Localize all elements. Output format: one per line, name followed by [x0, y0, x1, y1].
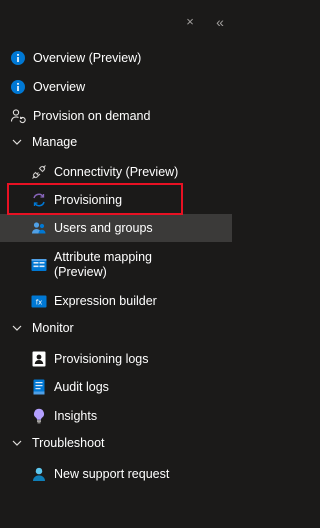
nav-item-label: New support request: [54, 467, 170, 481]
nav-item-label: Users and groups: [54, 221, 153, 235]
panel-header: × «: [0, 0, 240, 44]
nav-item-label: Provisioning logs: [54, 352, 149, 366]
nav-item-provisioning[interactable]: Provisioning: [0, 186, 232, 214]
provisioning-icon: [31, 192, 47, 208]
nav-item-provision-on-demand[interactable]: Provision on demand: [0, 102, 232, 130]
section-monitor[interactable]: Monitor: [0, 315, 232, 341]
provisioning-logs-icon: [31, 351, 47, 367]
svg-text:fx: fx: [36, 298, 43, 306]
expression-builder-icon: fx: [31, 293, 47, 309]
chevron-down-icon: [11, 322, 23, 334]
plug-icon: [31, 164, 47, 180]
nav-item-label: Expression builder: [54, 294, 157, 308]
info-icon: [10, 79, 26, 95]
nav-item-audit-logs[interactable]: Audit logs: [0, 373, 232, 401]
section-label: Troubleshoot: [32, 436, 105, 450]
nav-item-label: Attribute mapping (Preview): [54, 250, 152, 279]
nav-item-users-and-groups[interactable]: Users and groups: [0, 214, 232, 242]
nav-item-overview-preview[interactable]: Overview (Preview): [0, 44, 232, 72]
chevron-down-icon: [11, 136, 23, 148]
nav-item-provisioning-logs[interactable]: Provisioning logs: [0, 345, 232, 373]
chevron-down-icon: [11, 437, 23, 449]
section-troubleshoot[interactable]: Troubleshoot: [0, 430, 232, 456]
nav-item-label: Connectivity (Preview): [54, 165, 179, 179]
users-icon: [31, 220, 47, 236]
info-icon: [10, 50, 26, 66]
nav-item-label: Overview (Preview): [33, 51, 142, 65]
section-label: Monitor: [32, 321, 74, 335]
section-label: Manage: [32, 135, 78, 149]
nav-item-connectivity[interactable]: Connectivity (Preview): [0, 158, 232, 186]
nav-item-label: Audit logs: [54, 380, 109, 394]
nav-item-attribute-mapping[interactable]: Attribute mapping (Preview): [0, 247, 232, 283]
nav-item-insights[interactable]: Insights: [0, 402, 232, 430]
attribute-mapping-icon: [31, 257, 47, 273]
user-sync-icon: [10, 108, 26, 124]
audit-logs-icon: [31, 379, 47, 395]
section-manage[interactable]: Manage: [0, 129, 232, 155]
nav-item-label: Insights: [54, 409, 98, 423]
nav-item-label: Provision on demand: [33, 109, 151, 123]
nav-item-new-support-request[interactable]: New support request: [0, 460, 232, 488]
nav-item-expression-builder[interactable]: fx Expression builder: [0, 287, 232, 315]
support-person-icon: [31, 466, 47, 482]
nav-item-label: Overview: [33, 80, 86, 94]
close-icon[interactable]: ×: [182, 14, 198, 30]
lightbulb-icon: [31, 408, 47, 424]
collapse-sidebar-icon[interactable]: «: [212, 14, 228, 30]
nav-item-overview[interactable]: Overview: [0, 73, 232, 101]
nav-item-label: Provisioning: [54, 193, 123, 207]
